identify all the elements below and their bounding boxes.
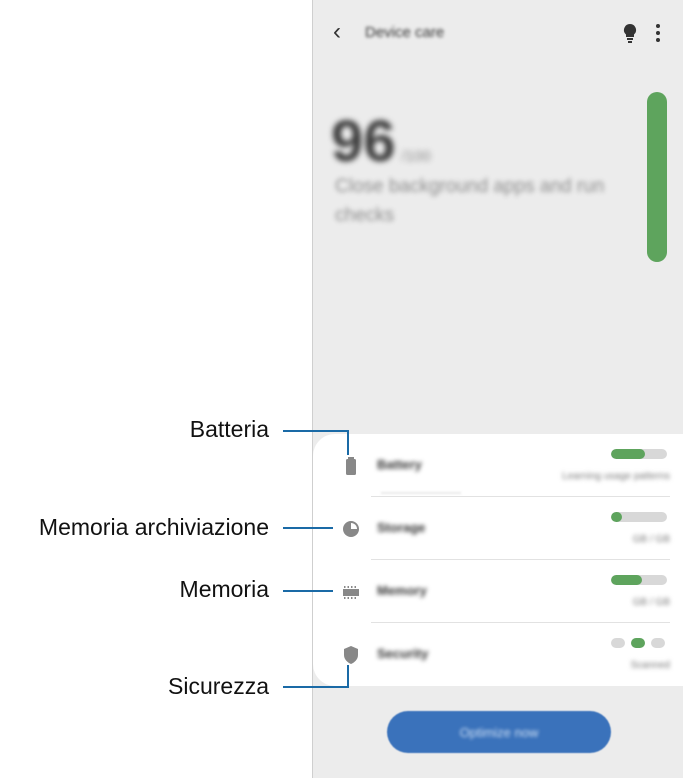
security-status-dots <box>611 636 671 650</box>
callout-line-security <box>283 686 349 688</box>
list-item-battery[interactable]: Battery Learning usage patterns <box>313 434 683 497</box>
callout-line-memory <box>283 590 333 592</box>
item-label: Storage <box>377 520 426 535</box>
optimize-now-button[interactable]: Optimize now <box>387 711 611 753</box>
shield-icon <box>344 646 358 664</box>
battery-level-fill <box>611 449 645 459</box>
list-item-storage[interactable]: Storage GB / GB <box>313 497 683 560</box>
callout-storage: Memoria archiviazione <box>38 514 269 540</box>
status-dot-active <box>631 638 645 648</box>
item-label: Battery <box>377 457 422 472</box>
callout-line-battery <box>283 430 349 432</box>
callout-line-security-vertical <box>347 665 349 688</box>
score-message: Close background apps and run checks <box>335 176 605 226</box>
item-status: GB / GB <box>632 534 670 545</box>
row-underline <box>381 492 461 494</box>
lightbulb-icon[interactable] <box>617 20 643 46</box>
callout-security: Sicurezza <box>168 673 269 699</box>
status-dot <box>651 638 665 648</box>
care-items-card: Battery Learning usage patterns Storage … <box>313 434 683 686</box>
device-score: 96/100 <box>331 108 631 175</box>
score-progress-bar <box>647 92 667 262</box>
memory-level-fill <box>611 575 642 585</box>
item-status: Learning usage patterns <box>562 471 670 482</box>
storage-level-fill <box>611 512 623 522</box>
item-label: Memory <box>377 583 427 598</box>
app-bar: ‹ Device care <box>313 14 683 54</box>
score-unit: /100 <box>401 148 431 165</box>
item-status: GB / GB <box>632 597 670 608</box>
score-value: 96 <box>331 109 396 174</box>
battery-icon <box>346 457 356 475</box>
more-options-icon[interactable] <box>651 20 665 46</box>
back-arrow-icon[interactable]: ‹ <box>333 20 341 44</box>
callout-battery: Batteria <box>189 416 269 442</box>
memory-level-bar <box>611 575 667 585</box>
list-item-memory[interactable]: Memory GB / GB <box>313 560 683 623</box>
item-label: Security <box>377 646 429 661</box>
storage-level-bar <box>611 512 667 522</box>
device-care-screen: ‹ Device care 96/100 Close background ap… <box>312 0 683 778</box>
list-item-security[interactable]: Security Scanned <box>313 623 683 686</box>
callout-line-storage <box>283 527 333 529</box>
item-status: Scanned <box>630 660 670 671</box>
memory-chip-icon <box>343 586 359 599</box>
battery-level-bar <box>611 449 667 459</box>
callout-line-battery-vertical <box>347 430 349 455</box>
pie-chart-icon <box>343 521 359 537</box>
page-title: Device care <box>365 24 445 41</box>
optimize-now-label: Optimize now <box>459 724 539 740</box>
callout-memory: Memoria <box>179 576 269 602</box>
status-dot <box>611 638 625 648</box>
